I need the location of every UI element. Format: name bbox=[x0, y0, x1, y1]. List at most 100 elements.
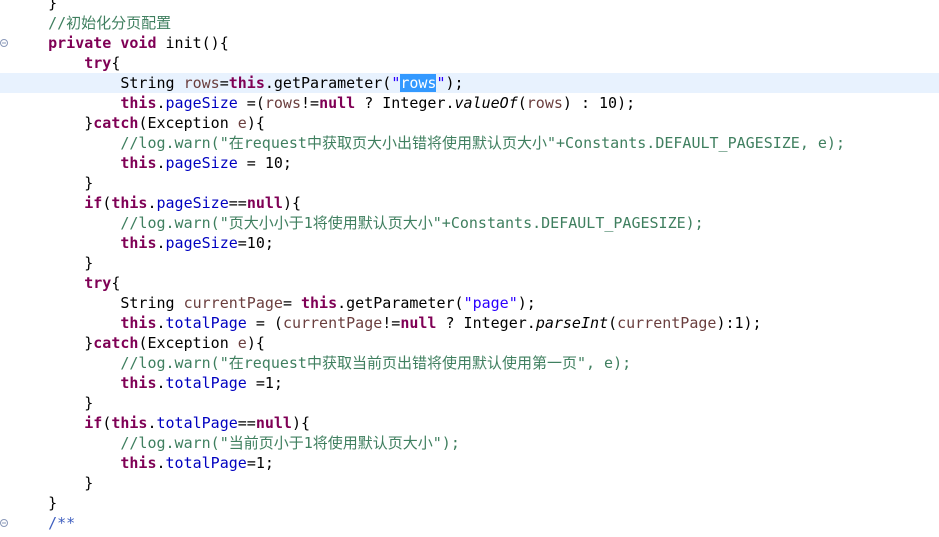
code-line[interactable]: //log.warn("在request中获取页大小出错将使用默认页大小"+Co… bbox=[0, 133, 939, 153]
code-token: =10; bbox=[237, 234, 274, 252]
code-line[interactable]: private void init(){ bbox=[0, 33, 939, 53]
code-token: .getParameter( bbox=[337, 294, 464, 312]
code-line[interactable]: }catch(Exception e){ bbox=[0, 113, 939, 133]
code-token: . bbox=[156, 94, 166, 112]
code-token: } bbox=[12, 254, 94, 272]
code-token: this bbox=[228, 74, 265, 92]
code-text: try{ bbox=[12, 53, 120, 73]
code-token: } bbox=[12, 474, 94, 492]
code-text: this.pageSize = 10; bbox=[12, 153, 292, 173]
code-token: //log.warn("当前页小于1将使用默认页大小"); bbox=[12, 434, 460, 452]
code-token: } bbox=[12, 394, 94, 412]
code-line[interactable]: } bbox=[0, 473, 939, 493]
code-text: this.totalPage=1; bbox=[12, 453, 274, 473]
code-token: if bbox=[84, 194, 103, 212]
code-token: currentPage bbox=[282, 314, 383, 332]
code-line[interactable]: } bbox=[0, 0, 939, 13]
code-token: ); bbox=[445, 74, 464, 92]
code-token: " bbox=[436, 74, 446, 92]
code-token: } bbox=[12, 0, 58, 12]
code-token: catch bbox=[93, 334, 139, 352]
code-line[interactable]: try{ bbox=[0, 53, 939, 73]
code-text: this.totalPage = (currentPage!=null ? In… bbox=[12, 313, 762, 333]
code-line[interactable]: } bbox=[0, 253, 939, 273]
code-text: try{ bbox=[12, 273, 120, 293]
code-token: != bbox=[382, 314, 401, 332]
code-line[interactable]: }catch(Exception e){ bbox=[0, 333, 939, 353]
code-token: null bbox=[246, 194, 283, 212]
code-token: ):1); bbox=[716, 314, 762, 332]
code-token: . bbox=[156, 314, 166, 332]
code-line[interactable]: } bbox=[0, 173, 939, 193]
code-token: this bbox=[301, 294, 338, 312]
code-line[interactable]: this.totalPage = (currentPage!=null ? In… bbox=[0, 313, 939, 333]
code-line[interactable]: try{ bbox=[0, 273, 939, 293]
code-text: this.totalPage =1; bbox=[12, 373, 283, 393]
code-text: //log.warn("页大小小于1将使用默认页大小"+Constants.DE… bbox=[12, 213, 703, 233]
code-text: //log.warn("当前页小于1将使用默认页大小"); bbox=[12, 433, 460, 453]
code-text: } bbox=[12, 173, 93, 193]
code-line[interactable]: } bbox=[0, 493, 939, 513]
code-line[interactable]: this.pageSize =(rows!=null ? Integer.val… bbox=[0, 93, 939, 113]
code-text: } bbox=[12, 253, 93, 273]
code-editor[interactable]: } //初始化分页配置 private void init(){ try{ St… bbox=[0, 0, 939, 537]
code-token: ){ bbox=[291, 414, 311, 432]
code-token: rows bbox=[183, 74, 220, 92]
code-token: . bbox=[156, 454, 166, 472]
code-token: valueOf bbox=[454, 94, 518, 112]
code-token: .getParameter( bbox=[264, 74, 392, 92]
code-token: ( bbox=[102, 194, 112, 212]
code-token: String bbox=[12, 74, 184, 92]
code-token: == bbox=[237, 414, 256, 432]
code-text: } bbox=[12, 393, 93, 413]
code-token: parseInt bbox=[535, 314, 609, 332]
code-token: . bbox=[156, 234, 166, 252]
code-token: pageSize bbox=[165, 94, 238, 112]
code-token: "page" bbox=[463, 294, 518, 312]
code-text: String currentPage= this.getParameter("p… bbox=[12, 293, 535, 313]
code-line[interactable]: this.pageSize=10; bbox=[0, 233, 939, 253]
code-token: " bbox=[391, 74, 401, 92]
code-token: ( bbox=[517, 94, 527, 112]
code-text: //初始化分页配置 bbox=[12, 13, 171, 33]
code-line[interactable]: } bbox=[0, 393, 939, 413]
code-token: ){ bbox=[282, 194, 301, 212]
code-text: } bbox=[12, 473, 93, 493]
code-token: ? Integer. bbox=[355, 94, 455, 112]
code-token: . bbox=[156, 154, 166, 172]
code-token: //初始化分页配置 bbox=[12, 14, 172, 32]
code-token: e bbox=[237, 114, 247, 132]
code-line[interactable]: String rows=this.getParameter("rows"); bbox=[0, 73, 939, 93]
code-token: ( bbox=[102, 414, 112, 432]
code-line[interactable]: /** bbox=[0, 513, 939, 533]
code-token: = ( bbox=[246, 314, 283, 332]
code-token: rows bbox=[526, 94, 563, 112]
code-token: } bbox=[12, 174, 94, 192]
code-token: } bbox=[12, 494, 58, 512]
code-line[interactable]: //log.warn("当前页小于1将使用默认页大小"); bbox=[0, 433, 939, 453]
code-token: . bbox=[147, 414, 157, 432]
code-text: this.pageSize=10; bbox=[12, 233, 274, 253]
code-token: rows bbox=[264, 94, 301, 112]
code-line[interactable]: if(this.totalPage==null){ bbox=[0, 413, 939, 433]
code-line[interactable]: if(this.pageSize==null){ bbox=[0, 193, 939, 213]
code-line[interactable]: this.totalPage=1; bbox=[0, 453, 939, 473]
code-token: //log.warn("在request中获取页大小出错将使用默认页大小"+Co… bbox=[12, 134, 845, 152]
code-line[interactable]: //log.warn("在request中获取当前页出错将使用默认使用第一页",… bbox=[0, 353, 939, 373]
code-line[interactable]: this.totalPage =1; bbox=[0, 373, 939, 393]
selected-text: rows bbox=[400, 74, 437, 92]
code-token: catch bbox=[93, 114, 139, 132]
code-token: //log.warn("在request中获取当前页出错将使用默认使用第一页",… bbox=[12, 354, 632, 372]
code-token: ? Integer. bbox=[436, 314, 536, 332]
code-token: this bbox=[120, 234, 157, 252]
code-token: this bbox=[120, 374, 157, 392]
code-line[interactable]: this.pageSize = 10; bbox=[0, 153, 939, 173]
code-token: String bbox=[12, 294, 184, 312]
code-line[interactable]: String currentPage= this.getParameter("p… bbox=[0, 293, 939, 313]
code-line[interactable]: //初始化分页配置 bbox=[0, 13, 939, 33]
code-line[interactable]: //log.warn("页大小小于1将使用默认页大小"+Constants.DE… bbox=[0, 213, 939, 233]
code-text: }catch(Exception e){ bbox=[12, 333, 265, 353]
code-token: { bbox=[111, 54, 121, 72]
